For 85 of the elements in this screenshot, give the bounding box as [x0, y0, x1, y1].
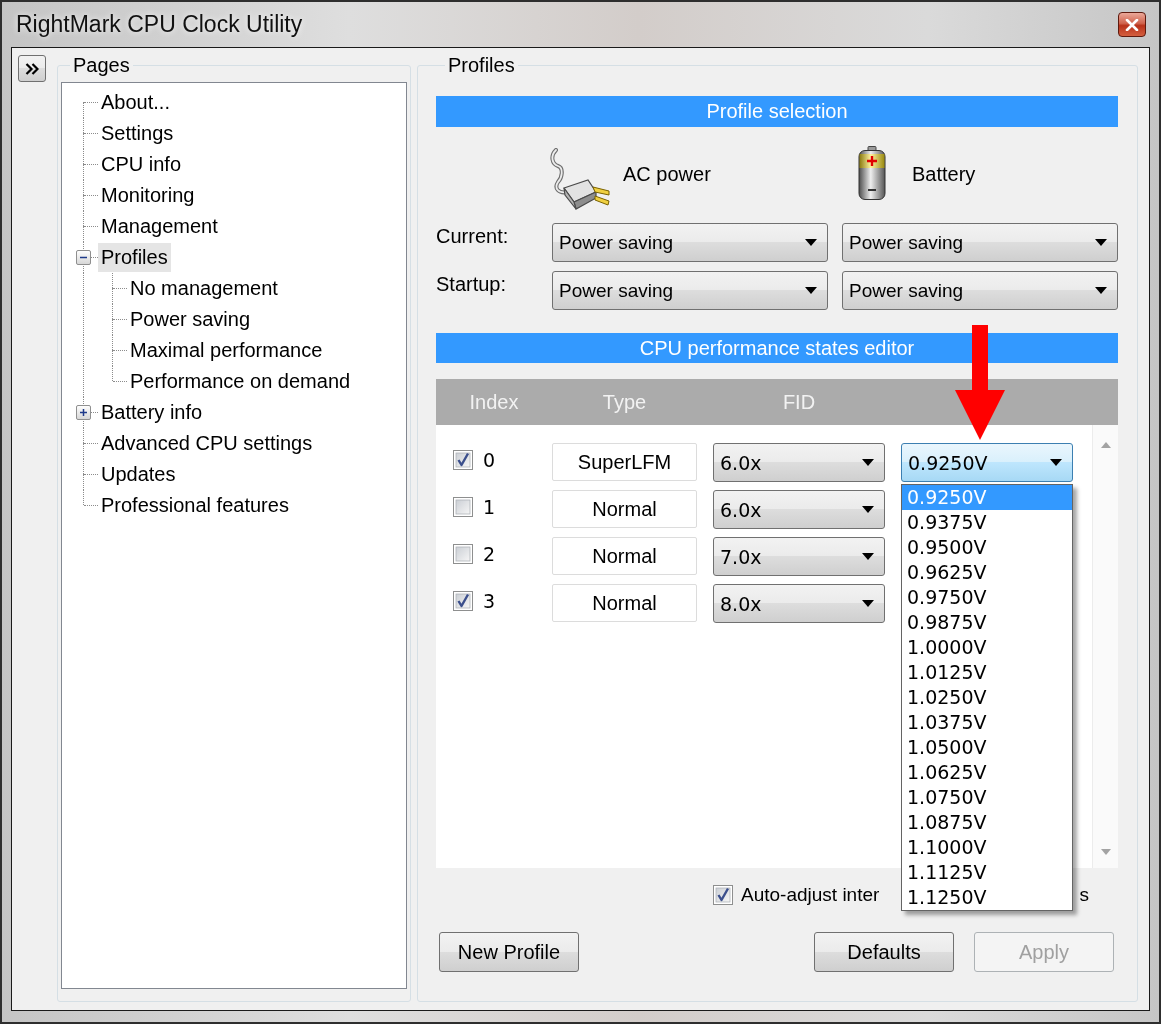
- dropdown-option[interactable]: 0.9750V: [902, 585, 1072, 610]
- caret-icon: [1050, 459, 1062, 466]
- checkbox[interactable]: [713, 885, 733, 905]
- checkbox[interactable]: [453, 449, 473, 470]
- row-index: 0: [483, 448, 496, 471]
- plug-icon: [548, 148, 612, 212]
- profile-dropdown[interactable]: Power saving: [552, 271, 828, 310]
- tree-item[interactable]: Monitoring: [98, 181, 198, 210]
- window-title: RightMark CPU Clock Utility: [16, 11, 303, 38]
- section-header: Profile selection: [436, 96, 1118, 127]
- dropdown-option[interactable]: 1.0000V: [902, 635, 1072, 660]
- tree-item[interactable]: Management: [98, 212, 221, 241]
- group-title: Profiles: [448, 54, 515, 76]
- power-source-label: AC power: [623, 163, 711, 185]
- column-header: Index: [468, 390, 520, 414]
- section-header: CPU performance states editor: [436, 333, 1118, 363]
- caret-icon: [862, 506, 874, 513]
- checkbox[interactable]: [453, 590, 473, 611]
- checkbox-label: s: [1079, 884, 1089, 906]
- type-field[interactable]: SuperLFM: [552, 443, 697, 481]
- collapse-icon[interactable]: [76, 250, 91, 265]
- dropdown-option[interactable]: 0.9625V: [902, 560, 1072, 585]
- tree-item[interactable]: Updates: [98, 460, 179, 489]
- dialog-button[interactable]: New Profile: [439, 932, 579, 972]
- dropdown-option[interactable]: 1.0750V: [902, 785, 1072, 810]
- checkbox[interactable]: [453, 496, 473, 517]
- expand-icon[interactable]: [76, 405, 91, 420]
- close-button[interactable]: [1118, 12, 1146, 37]
- battery-icon: [858, 146, 886, 200]
- row-index: 1: [483, 495, 496, 518]
- row-index: 3: [483, 589, 496, 612]
- group-title: Pages: [73, 54, 130, 76]
- fid-dropdown[interactable]: 8.0x: [713, 584, 885, 623]
- caret-icon: [862, 600, 874, 607]
- dropdown-option[interactable]: 0.9875V: [902, 610, 1072, 635]
- tree-item[interactable]: Advanced CPU settings: [98, 429, 316, 458]
- dropdown-option[interactable]: 1.1000V: [902, 835, 1072, 860]
- row-label: Startup:: [436, 272, 508, 297]
- double-chevron-icon: [25, 62, 39, 75]
- dropdown-option[interactable]: 1.0500V: [902, 735, 1072, 760]
- dropdown-option[interactable]: 1.0875V: [902, 810, 1072, 835]
- type-field[interactable]: Normal: [552, 584, 697, 622]
- profile-dropdown[interactable]: Power saving: [842, 271, 1118, 310]
- caret-icon: [805, 239, 817, 246]
- dropdown-option[interactable]: 1.0375V: [902, 710, 1072, 735]
- tree-item[interactable]: Power saving: [127, 305, 254, 334]
- tree-item[interactable]: No management: [127, 274, 281, 303]
- vid-dropdown[interactable]: 0.9250V: [901, 443, 1073, 482]
- fid-dropdown[interactable]: 6.0x: [713, 490, 885, 529]
- checkbox-label: Auto-adjust inter: [741, 884, 880, 906]
- caret-icon: [1095, 239, 1107, 246]
- checkbox[interactable]: [453, 543, 473, 564]
- column-header: Type: [601, 390, 648, 414]
- dropdown-option[interactable]: 1.1250V: [902, 885, 1072, 910]
- close-icon: [1125, 18, 1139, 31]
- caret-icon: [862, 459, 874, 466]
- fid-dropdown[interactable]: 7.0x: [713, 537, 885, 576]
- dropdown-option[interactable]: 1.1125V: [902, 860, 1072, 885]
- tree-item[interactable]: About...: [98, 88, 173, 117]
- fid-dropdown[interactable]: 6.0x: [713, 443, 885, 482]
- dropdown-option[interactable]: 1.0250V: [902, 685, 1072, 710]
- power-source-label: Battery: [912, 163, 976, 185]
- panel-toggle-button[interactable]: [18, 55, 46, 82]
- row-label: Current:: [436, 224, 510, 249]
- dropdown-option[interactable]: 1.0625V: [902, 760, 1072, 785]
- profile-dropdown[interactable]: Power saving: [842, 223, 1118, 262]
- dropdown-option[interactable]: 0.9500V: [902, 535, 1072, 560]
- column-header: FID: [781, 390, 817, 414]
- tree-item[interactable]: Battery info: [98, 398, 206, 427]
- type-field[interactable]: Normal: [552, 490, 697, 528]
- dialog-button[interactable]: Defaults: [814, 932, 954, 972]
- profile-dropdown[interactable]: Power saving: [552, 223, 828, 262]
- caret-icon: [1095, 287, 1107, 294]
- type-field[interactable]: Normal: [552, 537, 697, 575]
- row-index: 2: [483, 542, 496, 565]
- caret-icon: [862, 553, 874, 560]
- tree-item[interactable]: CPU info: [98, 150, 185, 179]
- caret-icon: [805, 287, 817, 294]
- tree-item[interactable]: Professional features: [98, 491, 292, 520]
- tree-item[interactable]: Settings: [98, 119, 177, 148]
- tree-item[interactable]: Profiles: [98, 243, 171, 272]
- dropdown-option[interactable]: 0.9375V: [902, 510, 1072, 535]
- tree-item[interactable]: Maximal performance: [127, 336, 326, 365]
- dropdown-option[interactable]: 1.0125V: [902, 660, 1072, 685]
- tree-item[interactable]: Performance on demand: [127, 367, 354, 396]
